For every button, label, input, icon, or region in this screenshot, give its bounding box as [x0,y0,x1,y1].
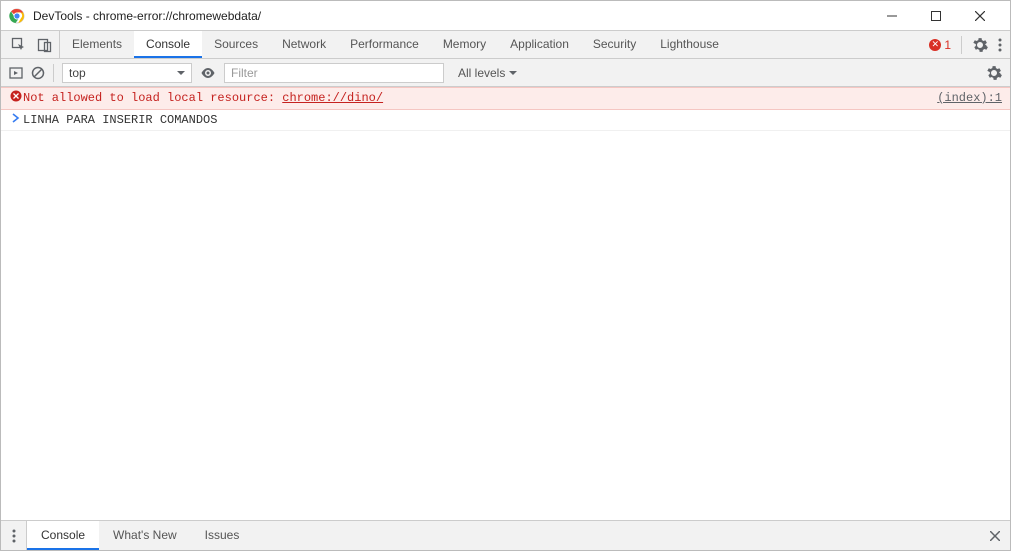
error-icon: ✕ [929,39,941,51]
chevron-down-icon [177,66,185,80]
device-toolbar-icon[interactable] [37,37,53,53]
prompt-chevron-icon [9,112,23,128]
window-title: DevTools - chrome-error://chromewebdata/ [33,9,870,23]
chrome-logo-icon [9,8,25,24]
drawer-menu-icon[interactable] [1,521,27,550]
drawer-tab-what-s-new[interactable]: What's New [99,521,191,550]
drawer-tabs: ConsoleWhat's NewIssues [1,520,1010,550]
tab-elements[interactable]: Elements [60,31,134,58]
console-prompt-row[interactable]: LINHA PARA INSERIR COMANDOS [1,110,1010,131]
drawer-tab-issues[interactable]: Issues [191,521,254,550]
maximize-button[interactable] [914,2,958,30]
tab-performance[interactable]: Performance [338,31,431,58]
devtools-top-row: ElementsConsoleSourcesNetworkPerformance… [1,31,1010,59]
settings-gear-icon[interactable] [972,37,988,53]
console-body[interactable]: Not allowed to load local resource: chro… [1,87,1010,520]
tab-security[interactable]: Security [581,31,648,58]
more-menu-icon[interactable] [998,37,1002,53]
tab-console[interactable]: Console [134,31,202,58]
minimize-button[interactable] [870,2,914,30]
error-count: 1 [944,38,951,52]
tab-network[interactable]: Network [270,31,338,58]
close-window-button[interactable] [958,2,1002,30]
message-source-link[interactable]: (index):1 [937,90,1002,106]
tab-memory[interactable]: Memory [431,31,498,58]
message-link[interactable]: chrome://dino/ [282,91,383,105]
levels-label: All levels [458,66,505,80]
log-levels-select[interactable]: All levels [452,66,523,80]
drawer-tab-console[interactable]: Console [27,521,99,550]
window-buttons [870,2,1002,30]
error-count-badge[interactable]: ✕ 1 [929,38,951,52]
tab-lighthouse[interactable]: Lighthouse [648,31,731,58]
filter-input[interactable] [224,63,444,83]
tab-application[interactable]: Application [498,31,581,58]
console-toolbar: top All levels [1,59,1010,87]
drawer-close-button[interactable] [980,521,1010,550]
live-expression-eye-icon[interactable] [200,65,216,81]
context-value: top [69,66,86,80]
console-settings-gear-icon[interactable] [986,65,1002,81]
message-text: LINHA PARA INSERIR COMANDOS [23,112,1002,128]
tab-sources[interactable]: Sources [202,31,270,58]
window-titlebar: DevTools - chrome-error://chromewebdata/ [1,1,1010,31]
inspect-element-icon[interactable] [11,37,27,53]
message-text: Not allowed to load local resource: chro… [23,90,929,106]
error-icon [9,90,23,107]
toggle-sidebar-icon[interactable] [9,66,23,80]
execution-context-select[interactable]: top [62,63,192,83]
clear-console-icon[interactable] [31,66,45,80]
console-error-row[interactable]: Not allowed to load local resource: chro… [1,87,1010,110]
